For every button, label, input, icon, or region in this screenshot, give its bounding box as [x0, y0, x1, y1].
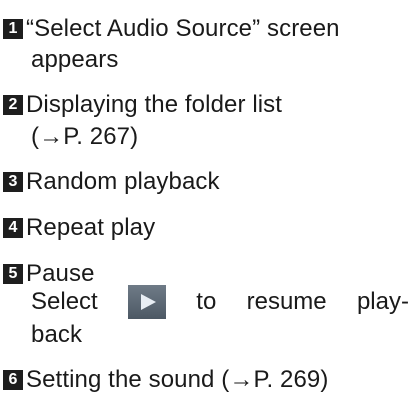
item-text: Random playback: [26, 168, 220, 195]
item-number-badge: 4: [3, 218, 23, 238]
item-number-badge: 2: [3, 95, 23, 115]
item-text-continued: (→P. 267): [31, 123, 139, 150]
item-number-badge: 6: [3, 370, 23, 390]
item-text-continued: back: [31, 321, 83, 348]
item-number-badge: 1: [3, 19, 23, 39]
instruction-word: resume: [246, 288, 327, 315]
instruction-word: play-: [356, 288, 409, 315]
item-text: Repeat play: [26, 214, 156, 241]
item-number-badge: 5: [3, 264, 23, 284]
item-text: Displaying the folder list: [26, 91, 283, 118]
item-text: “Select Audio Source” screen: [26, 15, 340, 42]
play-icon: [128, 285, 166, 319]
item-text-continued: appears: [31, 46, 119, 73]
instruction-word: to: [196, 288, 217, 315]
instruction-word: Select: [31, 288, 98, 315]
resume-instruction-line: Select to resume play-: [31, 285, 409, 319]
item-number-badge: 3: [3, 172, 23, 192]
item-text: Setting the sound (→P. 269): [26, 366, 329, 393]
